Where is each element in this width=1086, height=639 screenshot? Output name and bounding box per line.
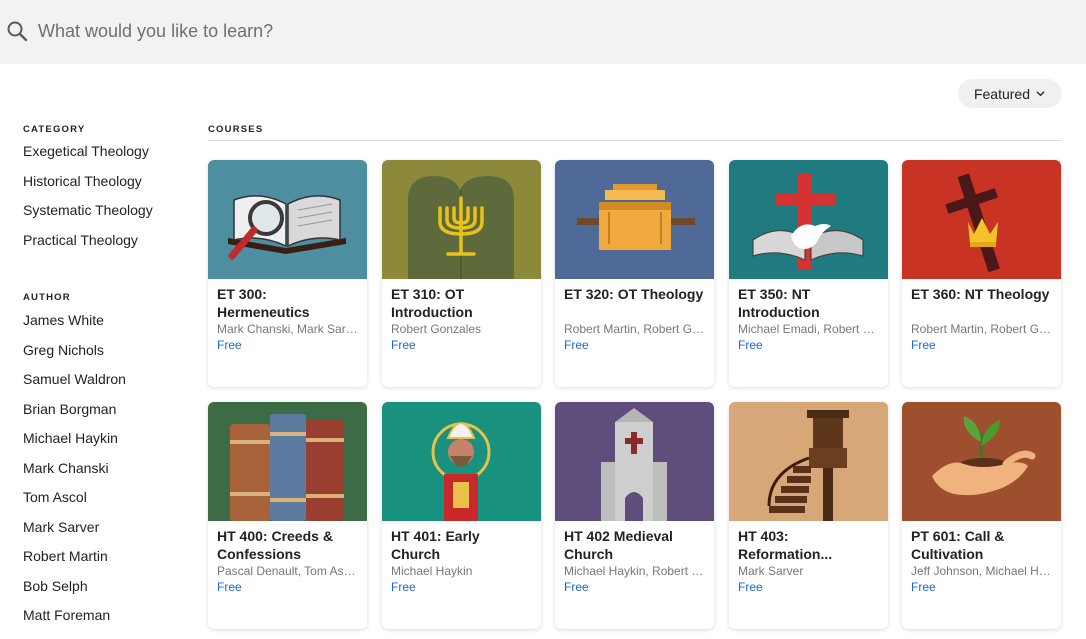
- hand-plant-icon: [902, 402, 1061, 521]
- church-icon: [555, 402, 714, 521]
- course-title: ET 320: OT Theology: [564, 286, 704, 302]
- author-heading: AUTHOR: [23, 292, 71, 303]
- course-price: Free: [564, 338, 589, 352]
- category-item-exegetical[interactable]: Exegetical Theology: [23, 137, 193, 167]
- course-price: Free: [738, 580, 763, 594]
- author-item[interactable]: Mark Chanski: [23, 454, 126, 484]
- course-authors: Michael Emadi, Robert Gonzales: [738, 322, 888, 336]
- search-bar: [0, 0, 1086, 64]
- chevron-down-icon: [1036, 91, 1045, 97]
- search-icon[interactable]: [6, 20, 28, 42]
- books-icon: [208, 402, 367, 521]
- author-item[interactable]: Michael Haykin: [23, 424, 126, 454]
- category-item-practical[interactable]: Practical Theology: [23, 226, 193, 256]
- course-authors: Pascal Denault, Tom Ascol: [217, 564, 359, 578]
- author-list: James White Greg Nichols Samuel Waldron …: [23, 306, 126, 631]
- course-authors: Robert Gonzales: [391, 322, 482, 336]
- category-heading: CATEGORY: [23, 124, 86, 135]
- courses-section: COURSES ET 300: Hermeneutics Mark Chansk…: [208, 124, 1062, 629]
- category-item-systematic[interactable]: Systematic Theology: [23, 196, 193, 226]
- course-title: ET 300: Hermeneutics: [217, 286, 310, 320]
- course-price: Free: [391, 338, 416, 352]
- author-item[interactable]: Greg Nichols: [23, 336, 126, 366]
- course-title: HT 401: Early Church: [391, 528, 480, 562]
- cross-dove-icon: [729, 160, 888, 279]
- category-item-historical[interactable]: Historical Theology: [23, 167, 193, 197]
- course-card[interactable]: ET 310: OT Introduction Robert Gonzales …: [382, 160, 541, 387]
- search-input[interactable]: [38, 14, 938, 48]
- cross-crown-icon: [902, 160, 1061, 279]
- course-title: HT 400: Creeds & Confessions: [217, 528, 333, 562]
- author-item[interactable]: Matt Foreman: [23, 601, 126, 631]
- author-item[interactable]: Tom Ascol: [23, 483, 126, 513]
- course-card[interactable]: ET 360: NT Theology Robert Martin, Rober…: [902, 160, 1061, 387]
- author-item[interactable]: Samuel Waldron: [23, 365, 126, 395]
- course-card[interactable]: HT 400: Creeds & Confessions Pascal Dena…: [208, 402, 367, 629]
- course-title: HT 402 Medieval Church: [564, 528, 673, 562]
- course-card[interactable]: ET 350: NT Introduction Michael Emadi, R…: [729, 160, 888, 387]
- course-authors: Robert Martin, Robert Gonzales: [564, 322, 714, 336]
- category-list: Exegetical Theology Historical Theology …: [23, 137, 193, 255]
- pulpit-icon: [729, 402, 888, 521]
- menorah-icon: [382, 160, 541, 279]
- course-authors: Mark Chanski, Mark Sarver: [217, 322, 363, 336]
- course-authors: Michael Haykin, Robert Martin: [564, 564, 714, 578]
- course-price: Free: [738, 338, 763, 352]
- course-authors: Robert Martin, Robert Gonzales: [911, 322, 1061, 336]
- course-authors: Jeff Johnson, Michael Haykin: [911, 564, 1061, 578]
- courses-heading: COURSES: [208, 124, 1062, 141]
- author-item[interactable]: Mark Sarver: [23, 513, 126, 543]
- course-card[interactable]: HT 403: Reformation... Mark Sarver Free: [729, 402, 888, 629]
- course-authors: Mark Sarver: [738, 564, 804, 578]
- course-price: Free: [217, 580, 242, 594]
- author-item[interactable]: James White: [23, 306, 126, 336]
- course-title: PT 601: Call & Cultivation: [911, 528, 1005, 562]
- course-price: Free: [911, 580, 936, 594]
- course-price: Free: [564, 580, 589, 594]
- course-title: HT 403: Reformation...: [738, 528, 833, 562]
- course-title: ET 360: NT Theology: [911, 286, 1050, 302]
- filter-sidebar: CATEGORY Exegetical Theology Historical …: [23, 124, 193, 623]
- author-item[interactable]: Robert Martin: [23, 542, 126, 572]
- bible-magnifier-icon: [208, 160, 367, 279]
- course-card[interactable]: HT 401: Early Church Michael Haykin Free: [382, 402, 541, 629]
- course-card[interactable]: HT 402 Medieval Church Michael Haykin, R…: [555, 402, 714, 629]
- course-title: ET 310: OT Introduction: [391, 286, 473, 320]
- course-card[interactable]: ET 300: Hermeneutics Mark Chanski, Mark …: [208, 160, 367, 387]
- course-price: Free: [911, 338, 936, 352]
- course-authors: Michael Haykin: [391, 564, 473, 578]
- author-item[interactable]: Bob Selph: [23, 572, 126, 602]
- course-card[interactable]: PT 601: Call & Cultivation Jeff Johnson,…: [902, 402, 1061, 629]
- course-title: ET 350: NT Introduction: [738, 286, 820, 320]
- course-price: Free: [391, 580, 416, 594]
- sort-dropdown-button[interactable]: Featured: [958, 79, 1062, 108]
- course-card[interactable]: ET 320: OT Theology Robert Martin, Rober…: [555, 160, 714, 387]
- author-item[interactable]: Brian Borgman: [23, 395, 126, 425]
- sort-label: Featured: [973, 85, 1031, 102]
- bishop-icon: [382, 402, 541, 521]
- course-price: Free: [217, 338, 242, 352]
- ark-icon: [555, 160, 714, 279]
